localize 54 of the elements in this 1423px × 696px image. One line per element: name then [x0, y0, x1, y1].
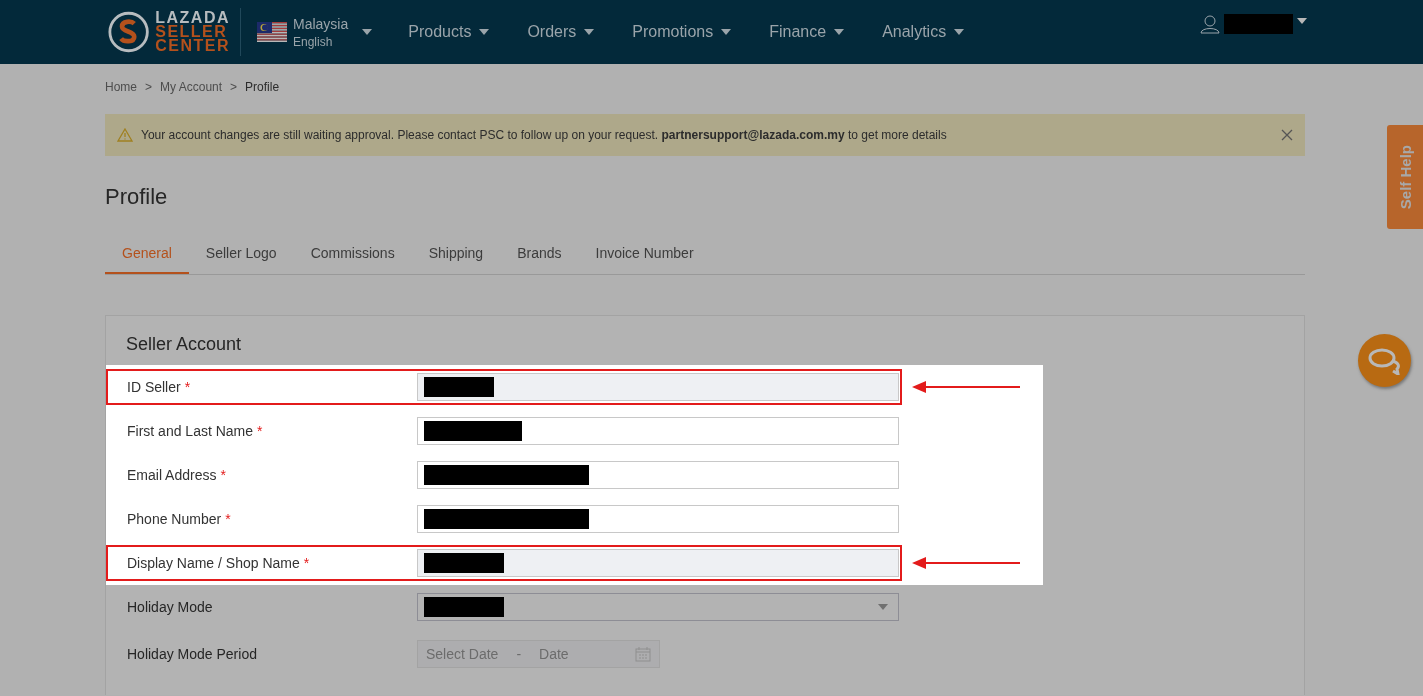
page-title: Profile [105, 184, 169, 210]
chat-bubbles-icon [1367, 346, 1402, 375]
nav-menu[interactable]: Products [408, 23, 490, 41]
section-title: Seller Account [126, 334, 243, 355]
tab[interactable]: Seller Logo [188, 234, 294, 274]
caret-icon [1297, 18, 1307, 24]
tab[interactable]: Invoice Number [578, 234, 711, 274]
logo-icon [108, 10, 150, 54]
text-field[interactable] [417, 417, 899, 445]
caret-icon [479, 29, 490, 35]
dropdown-field[interactable] [417, 593, 899, 621]
breadcrumb-link[interactable]: Profile [245, 80, 280, 94]
required-asterisk: * [257, 423, 263, 439]
tab[interactable]: Commissions [293, 234, 412, 274]
nav-menu[interactable]: Analytics [882, 23, 965, 41]
text-field[interactable] [417, 461, 899, 489]
field-label: Phone Number * [127, 511, 232, 527]
logo[interactable]: LAZADA SELLER CENTER [108, 10, 230, 54]
logo-wordmark: LAZADA SELLER CENTER [155, 11, 230, 53]
field-label: Holiday Mode Period [127, 646, 258, 662]
caret-icon [878, 604, 888, 610]
required-asterisk: * [225, 511, 231, 527]
nav-menu[interactable]: Orders [527, 23, 595, 41]
text-field[interactable] [417, 505, 899, 533]
flag-icon [257, 22, 287, 42]
nav-menu[interactable]: Promotions [632, 23, 732, 41]
user-icon[interactable] [1200, 14, 1220, 34]
warning-message: Your account changes are still waiting approval. Please contact PSC to follow up on your request. partnersupport@lazada.com.my to get more details [141, 128, 948, 142]
close-icon[interactable] [1281, 129, 1293, 141]
field-label: Display Name / Shop Name * [127, 555, 311, 571]
calendar-icon [635, 646, 651, 662]
tab[interactable]: Shipping [411, 234, 501, 274]
field-label: Email Address * [127, 467, 227, 483]
required-asterisk: * [220, 467, 226, 483]
language-label: English [293, 34, 334, 49]
breadcrumb-separator: > [145, 80, 153, 94]
breadcrumb-link[interactable]: My Account [160, 80, 223, 94]
field-label: ID Seller * [127, 379, 192, 395]
country-label: Malaysia [293, 15, 349, 32]
breadcrumb-link[interactable]: Home [105, 80, 137, 94]
required-asterisk: * [184, 379, 191, 395]
caret-icon [362, 29, 373, 35]
breadcrumb-separator: > [230, 80, 238, 94]
tab[interactable]: Brands [500, 234, 579, 274]
warning-icon [117, 128, 133, 142]
required-asterisk: * [303, 555, 310, 571]
caret-icon [584, 29, 595, 35]
field-label: Holiday Mode [127, 599, 214, 615]
caret-icon [721, 29, 732, 35]
nav-menu[interactable]: Finance [769, 23, 845, 41]
locale-selector[interactable]: Malaysia English [257, 15, 373, 49]
caret-icon [834, 29, 845, 35]
field-label: First and Last Name * [127, 423, 264, 439]
caret-icon [954, 29, 965, 35]
